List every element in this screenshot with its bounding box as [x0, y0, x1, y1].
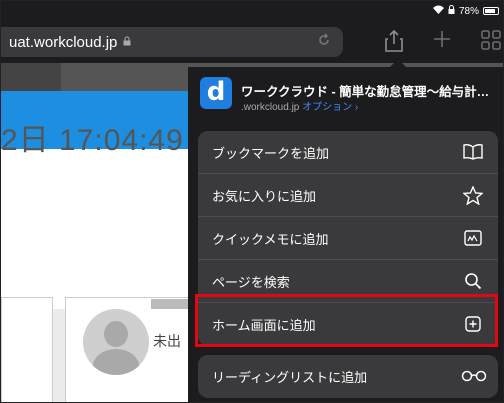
status-bar: 78% — [1, 1, 503, 21]
battery-icon — [483, 7, 499, 15]
clock-time: 2日 17:04:49 — [1, 124, 184, 157]
options-link[interactable]: オプション › — [302, 102, 358, 113]
address-bar[interactable]: uat.workcloud.jp — [1, 27, 343, 57]
employee-name — [151, 299, 191, 309]
tabs-icon[interactable] — [481, 30, 501, 56]
star-icon — [462, 185, 484, 205]
book-icon — [462, 142, 484, 162]
avatar — [83, 309, 149, 375]
site-favicon: d — [200, 77, 232, 109]
employee-card[interactable] — [1, 297, 53, 402]
menu-item-label: ページを検索 — [212, 274, 290, 290]
menu-item-add-favorites[interactable]: お気に入りに追加 — [198, 174, 498, 217]
reload-icon[interactable] — [317, 33, 331, 52]
menu-item-add-quick-note[interactable]: クイックメモに追加 — [198, 217, 498, 260]
menu-item-label: お気に入りに追加 — [212, 188, 317, 204]
share-actions-group: リーディングリストに追加 — [198, 355, 498, 398]
lock-icon — [123, 36, 131, 49]
new-tab-icon[interactable] — [433, 30, 451, 54]
screenshot-frame: 78% uat.workcloud.jp 2日 17:04:49 未出 d ワー… — [0, 0, 504, 403]
quick-note-icon — [462, 228, 484, 248]
site-domain: .workcloud.jp — [241, 102, 300, 113]
menu-item-add-bookmark[interactable]: ブックマークを追加 — [198, 131, 498, 174]
share-icon[interactable] — [385, 29, 403, 58]
url-text: uat.workcloud.jp — [9, 33, 118, 51]
menu-item-label: ブックマークを追加 — [212, 145, 330, 161]
wifi-icon — [432, 5, 444, 17]
status-indicators: 78% — [432, 5, 499, 17]
site-subtitle: .workcloud.jp オプション › — [241, 98, 358, 113]
page-tab — [1, 63, 61, 91]
menu-item-label: リーディングリストに追加 — [212, 370, 368, 385]
attendance-status: 未出 — [153, 333, 181, 349]
menu-item-label: クイックメモに追加 — [212, 231, 329, 247]
menu-item-add-reading-list[interactable]: リーディングリストに追加 — [198, 355, 498, 398]
highlight-box — [195, 294, 498, 347]
glasses-icon — [460, 366, 488, 386]
search-icon — [462, 271, 484, 291]
browser-toolbar: uat.workcloud.jp — [1, 21, 503, 63]
lock-rotation-icon — [448, 5, 455, 17]
battery-percent: 78% — [458, 5, 479, 17]
